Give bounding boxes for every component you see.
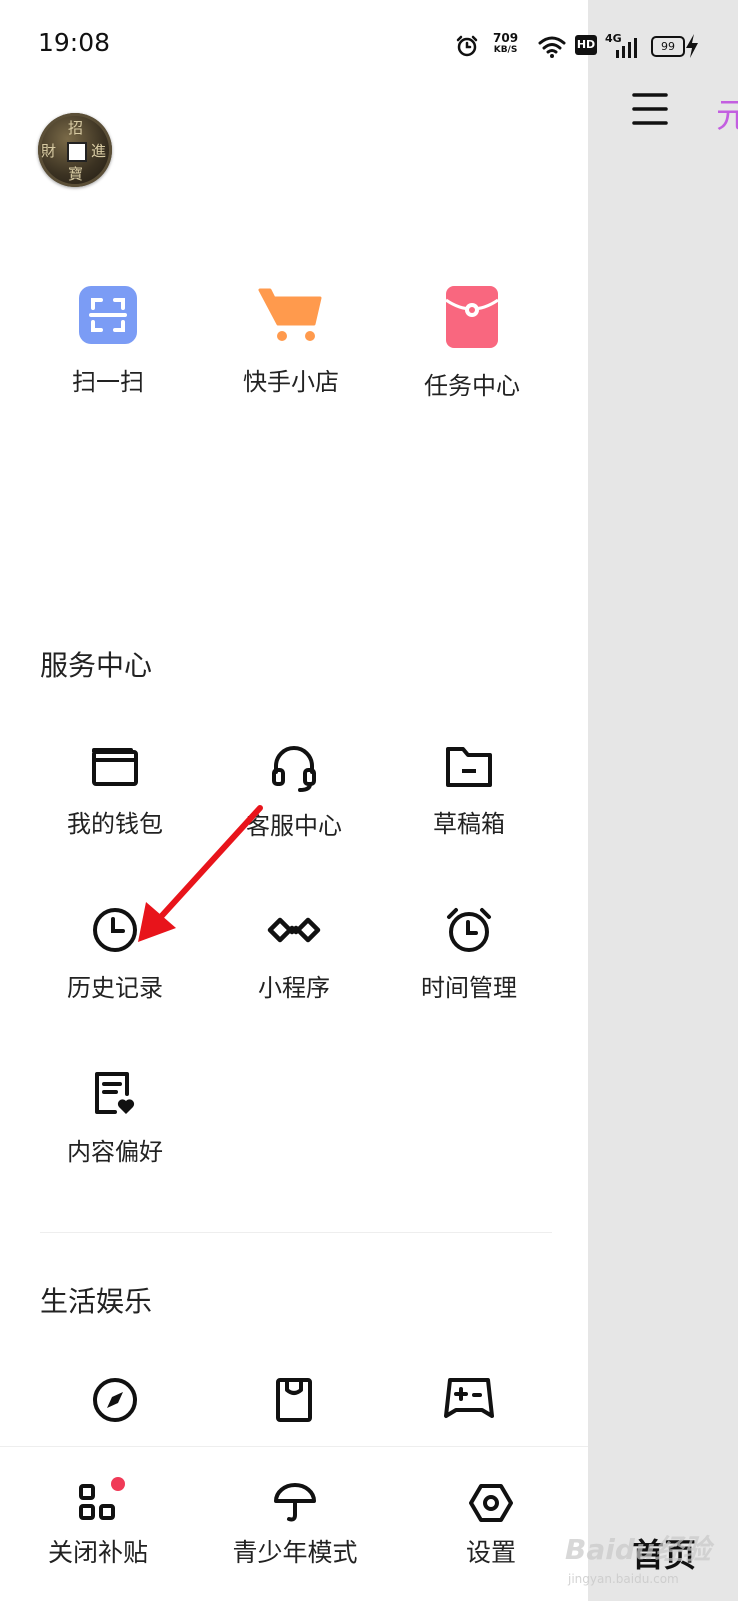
kuaishou-shop-button[interactable]: 快手小店 bbox=[216, 286, 366, 397]
network-speed-value: 709 bbox=[493, 31, 519, 45]
card-button[interactable] bbox=[219, 1376, 369, 1424]
side-drawer: 招 財 進 寶 扫一扫 快手小店 任务中心 服务中心 我的钱包 客服中心 草稿箱… bbox=[0, 0, 588, 1601]
cart-icon bbox=[258, 288, 322, 341]
clock-time: 19:08 bbox=[38, 28, 111, 57]
network-speed: 709 KB/S bbox=[493, 32, 518, 56]
scan-label: 扫一扫 bbox=[72, 368, 144, 396]
history-label: 历史记录 bbox=[67, 974, 163, 1002]
umbrella-icon bbox=[274, 1483, 316, 1522]
red-packet-icon bbox=[446, 286, 498, 348]
notification-badge bbox=[111, 1477, 125, 1491]
task-center-label: 任务中心 bbox=[424, 372, 520, 400]
apps-icon bbox=[79, 1484, 115, 1520]
drafts-button[interactable]: 草稿箱 bbox=[394, 744, 544, 839]
battery-level: 99 bbox=[651, 36, 685, 57]
avatar[interactable]: 招 財 進 寶 bbox=[38, 113, 112, 187]
teen-mode-label: 青少年模式 bbox=[232, 1538, 358, 1567]
discover-button[interactable] bbox=[40, 1376, 190, 1424]
task-center-button[interactable]: 任务中心 bbox=[397, 286, 547, 401]
content-preference-label: 内容偏好 bbox=[67, 1138, 163, 1166]
hd-badge: HD bbox=[575, 35, 597, 55]
preference-icon bbox=[95, 1072, 135, 1114]
close-subsidy-label: 关闭补贴 bbox=[47, 1538, 148, 1567]
avatar-char: 進 bbox=[91, 142, 107, 160]
charging-icon bbox=[686, 34, 698, 58]
wifi-icon bbox=[538, 36, 566, 58]
teen-mode-button[interactable]: 青少年模式 bbox=[200, 1483, 390, 1569]
card-icon bbox=[276, 1378, 312, 1422]
watermark: Baidu经验 bbox=[565, 1533, 711, 1566]
time-management-label: 时间管理 bbox=[421, 974, 517, 1002]
headset-icon bbox=[272, 746, 316, 792]
section-title-life: 生活娱乐 bbox=[40, 1285, 153, 1318]
gamepad-icon bbox=[444, 1378, 494, 1418]
compass-icon bbox=[93, 1378, 137, 1422]
content-preference-button[interactable]: 内容偏好 bbox=[40, 1070, 190, 1167]
avatar-char: 財 bbox=[41, 142, 57, 160]
scan-icon bbox=[79, 286, 137, 344]
mini-program-label: 小程序 bbox=[258, 974, 330, 1002]
settings-icon bbox=[469, 1484, 513, 1522]
signal-icon bbox=[616, 38, 637, 58]
drawer-bottom-bar: 关闭补贴 青少年模式 设置 bbox=[0, 1446, 588, 1601]
settings-label: 设置 bbox=[465, 1538, 516, 1567]
folder-icon bbox=[446, 747, 492, 787]
game-button[interactable] bbox=[394, 1376, 544, 1420]
wallet-icon bbox=[92, 748, 138, 786]
section-title-service: 服务中心 bbox=[40, 649, 153, 682]
kuaishou-shop-label: 快手小店 bbox=[243, 368, 339, 396]
mini-program-icon bbox=[267, 917, 321, 943]
coin-hole bbox=[67, 142, 87, 162]
status-icons: 709 KB/S HD 4G 99 bbox=[455, 30, 705, 64]
watermark-url: jingyan.baidu.com bbox=[568, 1572, 679, 1586]
time-management-button[interactable]: 时间管理 bbox=[394, 906, 544, 1003]
right-tab-partial[interactable]: 元 bbox=[716, 88, 738, 137]
close-subsidy-button[interactable]: 关闭补贴 bbox=[3, 1477, 193, 1569]
annotation-arrow bbox=[138, 805, 263, 942]
alarm-icon bbox=[447, 908, 491, 952]
scan-button[interactable]: 扫一扫 bbox=[33, 286, 183, 397]
alarm-status-icon bbox=[456, 35, 478, 57]
status-bar: 19:08 709 KB/S HD 4G 99 bbox=[0, 0, 738, 90]
avatar-char: 寶 bbox=[68, 165, 84, 183]
settings-button[interactable]: 设置 bbox=[396, 1483, 586, 1569]
avatar-char: 招 bbox=[68, 119, 84, 137]
network-speed-unit: KB/S bbox=[493, 45, 518, 55]
menu-icon[interactable] bbox=[632, 92, 668, 130]
section-divider bbox=[40, 1232, 552, 1233]
drafts-label: 草稿箱 bbox=[433, 810, 505, 838]
